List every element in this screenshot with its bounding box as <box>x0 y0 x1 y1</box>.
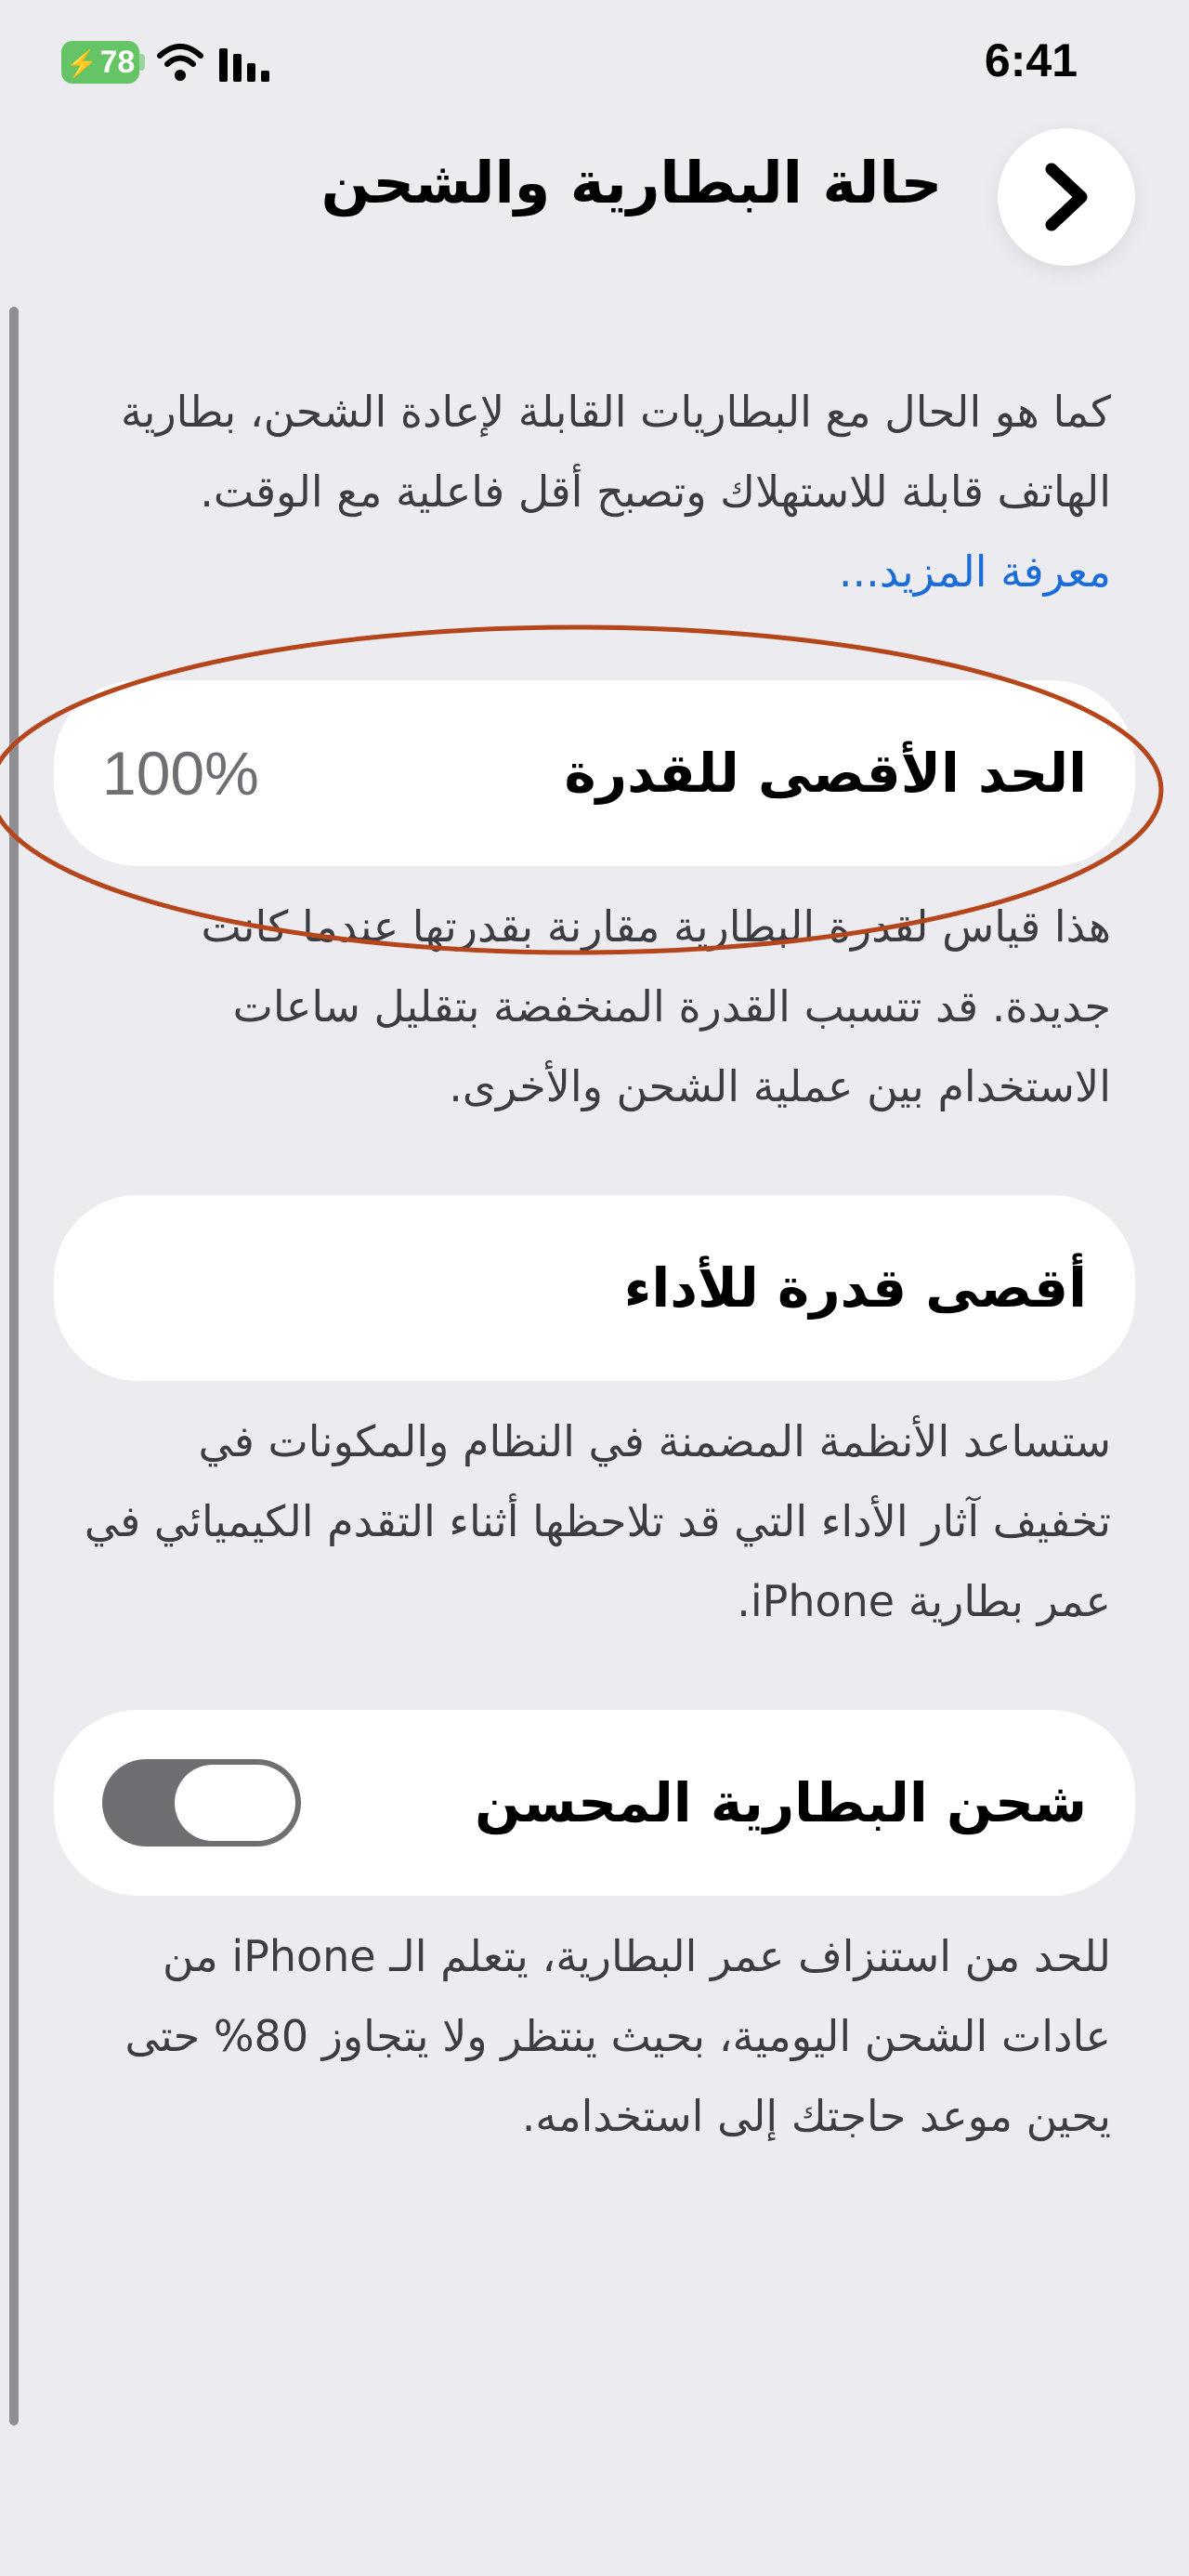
back-button[interactable] <box>998 128 1135 266</box>
peak-performance-label: أقصى قدرة للأداء <box>623 1256 1087 1320</box>
battery-health-content: كما هو الحال مع البطاريات القابلة لإعادة… <box>54 372 1135 2156</box>
maximum-capacity-value: 100% <box>102 739 259 808</box>
battery-nub <box>139 54 145 71</box>
status-time: 6:41 <box>984 34 1078 86</box>
maximum-capacity-description: هذا قياس لقدرة البطارية مقارنة بقدرتها ع… <box>201 901 1112 1111</box>
optimized-charging-toggle[interactable] <box>102 1759 301 1847</box>
intro-text: كما هو الحال مع البطاريات القابلة لإعادة… <box>121 387 1111 517</box>
charging-bolt-icon: ⚡ <box>65 49 98 78</box>
maximum-capacity-row: الحد الأقصى للقدرة 100% <box>54 680 1135 866</box>
optimized-charging-label: شحن البطارية المحسن <box>475 1771 1087 1834</box>
chevron-right-icon <box>1045 163 1088 231</box>
optimized-charging-row: شحن البطارية المحسن <box>54 1710 1135 1896</box>
status-bar: ⚡78 6:41 <box>0 0 1189 130</box>
scroll-indicator[interactable] <box>9 307 19 2425</box>
optimized-charging-description: للحد من استنزاف عمر البطارية، يتعلم الـ … <box>124 1931 1111 2141</box>
cellular-signal-icon <box>219 48 269 82</box>
battery-level: 78 <box>99 45 136 80</box>
battery-indicator: ⚡78 <box>61 41 139 84</box>
intro-description: كما هو الحال مع البطاريات القابلة لإعادة… <box>54 372 1135 611</box>
peak-performance-description: ستساعد الأنظمة المضمنة في النظام والمكون… <box>84 1416 1111 1626</box>
maximum-capacity-label: الحد الأقصى للقدرة <box>564 742 1087 805</box>
learn-more-link[interactable]: معرفة المزيد... <box>839 546 1111 597</box>
peak-performance-row: أقصى قدرة للأداء <box>54 1195 1135 1381</box>
wifi-icon <box>157 44 203 81</box>
toggle-knob <box>175 1765 295 1841</box>
